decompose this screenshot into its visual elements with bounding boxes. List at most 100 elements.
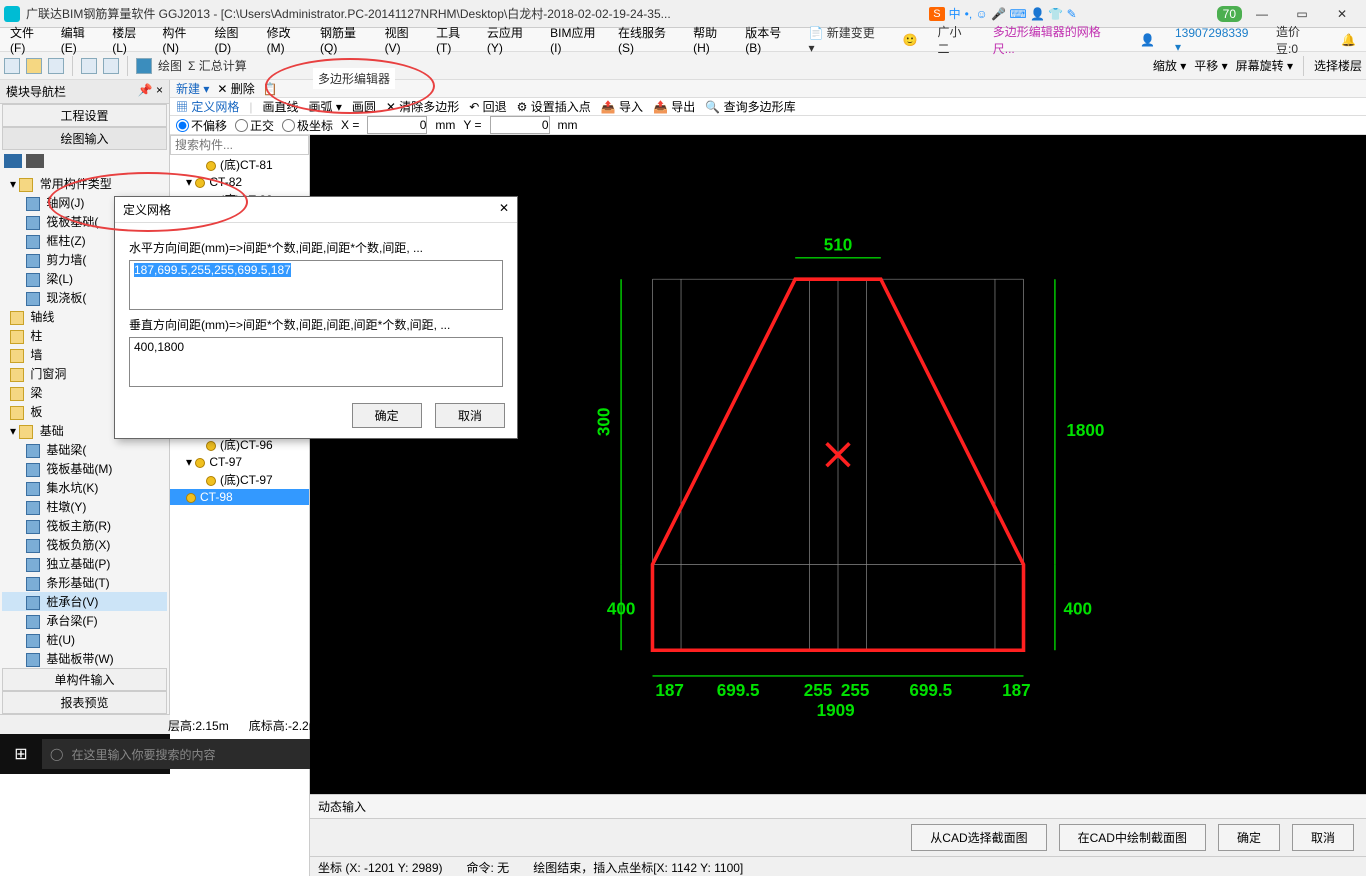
- nav-node[interactable]: 承台梁(F): [2, 611, 167, 630]
- svg-text:1909: 1909: [817, 701, 855, 720]
- dialog-cancel-button[interactable]: 取消: [435, 403, 505, 428]
- new-file-icon[interactable]: [4, 58, 20, 74]
- coord-readout: 坐标 (X: -1201 Y: 2989): [318, 859, 443, 874]
- redo-icon[interactable]: [103, 58, 119, 74]
- taskbar-search[interactable]: ◯ 在这里输入你要搜索的内容: [42, 739, 322, 769]
- draw-input-button[interactable]: 绘图输入: [2, 127, 167, 150]
- horizontal-spacing-label: 水平方向间距(mm)=>间距*个数,间距,间距*个数,间距, ...: [129, 239, 503, 256]
- set-insert-point-button[interactable]: ⚙ 设置插入点: [517, 98, 591, 115]
- dialog-close-icon[interactable]: ✕: [499, 201, 509, 218]
- menu-tools[interactable]: 工具(T): [430, 24, 481, 55]
- menu-help[interactable]: 帮助(H): [687, 24, 739, 55]
- vertical-spacing-input[interactable]: 400,1800: [129, 337, 503, 387]
- single-component-input[interactable]: 单构件输入: [2, 668, 167, 691]
- component-node[interactable]: ▾ CT-97: [170, 454, 309, 470]
- open-file-icon[interactable]: [26, 58, 42, 74]
- menu-rebar[interactable]: 钢筋量(Q): [314, 24, 379, 55]
- menu-cloud[interactable]: 云应用(Y): [481, 24, 544, 55]
- rotate-menu[interactable]: 屏幕旋转 ▾: [1236, 57, 1293, 74]
- start-button[interactable]: ⊞: [0, 744, 42, 764]
- nav-node[interactable]: ▾ 常用构件类型: [2, 174, 167, 193]
- confirm-button[interactable]: 确定: [1218, 824, 1280, 851]
- radio-ortho[interactable]: 正交: [235, 117, 274, 134]
- menu-bim[interactable]: BIM应用(I): [544, 24, 612, 55]
- define-grid-button[interactable]: ▦ 定义网格: [176, 98, 239, 115]
- svg-text:510: 510: [824, 236, 853, 255]
- menu-component[interactable]: 构件(N): [156, 24, 208, 55]
- draw-circle-button[interactable]: 画圆: [352, 98, 376, 115]
- import-button[interactable]: 📤 导入: [601, 98, 643, 115]
- search-component-input[interactable]: [170, 135, 309, 155]
- nav-pin-close[interactable]: 📌 ×: [138, 83, 163, 100]
- svg-text:255: 255: [841, 681, 870, 700]
- new-component-button[interactable]: 新建 ▾: [176, 80, 209, 97]
- query-polygon-lib-button[interactable]: 🔍 查询多边形库: [705, 98, 795, 115]
- sigma-calc[interactable]: Σ 汇总计算: [188, 57, 247, 74]
- phone-number[interactable]: 13907298339 ▾: [1169, 26, 1262, 54]
- zoom-menu[interactable]: 缩放 ▾: [1153, 57, 1186, 74]
- from-cad-select-button[interactable]: 从CAD选择截面图: [911, 824, 1046, 851]
- cancel-button[interactable]: 取消: [1292, 824, 1354, 851]
- x-input[interactable]: [367, 116, 427, 134]
- pan-menu[interactable]: 平移 ▾: [1194, 57, 1227, 74]
- menu-online[interactable]: 在线服务(S): [612, 24, 687, 55]
- svg-text:255: 255: [804, 681, 833, 700]
- dynamic-input-label[interactable]: 动态输入: [310, 794, 1366, 818]
- nav-node[interactable]: 基础梁(: [2, 440, 167, 459]
- nav-node[interactable]: 桩(U): [2, 630, 167, 649]
- component-node[interactable]: (底)CT-81: [170, 155, 309, 174]
- clear-polygon-button[interactable]: ✕ 清除多边形: [386, 98, 459, 115]
- copy-component-button[interactable]: 📋: [263, 82, 278, 96]
- nav-node[interactable]: 独立基础(P): [2, 554, 167, 573]
- draw-line-button[interactable]: 画直线: [262, 98, 298, 115]
- menu-file[interactable]: 文件(F): [4, 24, 55, 55]
- nav-node[interactable]: 筏板负筋(X): [2, 535, 167, 554]
- menu-modify[interactable]: 修改(M): [261, 24, 314, 55]
- dialog-ok-button[interactable]: 确定: [352, 403, 422, 428]
- polygon-toolbar: ▦ 定义网格 | 画直线 画弧 ▾ 画圆 ✕ 清除多边形 ↶ 回退 ⚙ 设置插入…: [170, 98, 1366, 116]
- component-node[interactable]: ▾ CT-82: [170, 174, 309, 190]
- nav-node[interactable]: 筏板基础(M): [2, 459, 167, 478]
- draw-tool-icon[interactable]: [136, 58, 152, 74]
- report-preview[interactable]: 报表预览: [2, 691, 167, 714]
- horizontal-spacing-input[interactable]: 187,699.5,255,255,699.5,187: [129, 260, 503, 310]
- menu-floor[interactable]: 楼层(L): [106, 24, 156, 55]
- cost-beans[interactable]: 造价豆:0: [1270, 23, 1327, 57]
- component-node[interactable]: CT-98: [170, 489, 309, 505]
- save-file-icon[interactable]: [48, 58, 64, 74]
- ime-s-icon[interactable]: S: [929, 7, 944, 21]
- export-button[interactable]: 📤 导出: [653, 98, 695, 115]
- nav-tool-2[interactable]: [26, 154, 44, 168]
- menu-view[interactable]: 视图(V): [379, 24, 430, 55]
- menu-draw[interactable]: 绘图(D): [208, 24, 260, 55]
- nav-node[interactable]: 筏板主筋(R): [2, 516, 167, 535]
- in-cad-draw-button[interactable]: 在CAD中绘制截面图: [1059, 824, 1206, 851]
- nav-node[interactable]: 集水坑(K): [2, 478, 167, 497]
- project-settings-button[interactable]: 工程设置: [2, 104, 167, 127]
- y-input[interactable]: [490, 116, 550, 134]
- menu-version[interactable]: 版本号(B): [739, 24, 802, 55]
- component-node[interactable]: (底)CT-97: [170, 470, 309, 489]
- nav-tool-1[interactable]: [4, 154, 22, 168]
- draw-label[interactable]: 绘图: [158, 57, 182, 74]
- undo-button[interactable]: ↶ 回退: [469, 98, 506, 115]
- user-name[interactable]: 广小二: [932, 23, 979, 57]
- draw-arc-button[interactable]: 画弧 ▾: [308, 98, 341, 115]
- nav-node[interactable]: 柱墩(Y): [2, 497, 167, 516]
- bottom-button-row: 从CAD选择截面图 在CAD中绘制截面图 确定 取消: [310, 818, 1366, 856]
- new-change-button[interactable]: 📄 新建变更 ▾: [803, 24, 889, 55]
- delete-component-button[interactable]: ✕ 删除: [217, 80, 254, 97]
- radio-polar[interactable]: 极坐标: [282, 117, 333, 134]
- select-floor[interactable]: 选择楼层: [1314, 57, 1362, 74]
- menu-edit[interactable]: 编辑(E): [55, 24, 106, 55]
- nav-node[interactable]: 条形基础(T): [2, 573, 167, 592]
- ime-zhong[interactable]: 中: [949, 5, 961, 22]
- radio-no-offset[interactable]: 不偏移: [176, 117, 227, 134]
- svg-text:400: 400: [607, 600, 636, 619]
- cortana-icon: ◯: [50, 747, 63, 761]
- ime-extra-icons[interactable]: •, ☺ 🎤 ⌨ 👤 👕 ✎: [965, 7, 1077, 21]
- undo-icon[interactable]: [81, 58, 97, 74]
- bell-icon[interactable]: 🔔: [1335, 33, 1362, 47]
- nav-node[interactable]: 基础板带(W): [2, 649, 167, 668]
- nav-node[interactable]: 桩承台(V): [2, 592, 167, 611]
